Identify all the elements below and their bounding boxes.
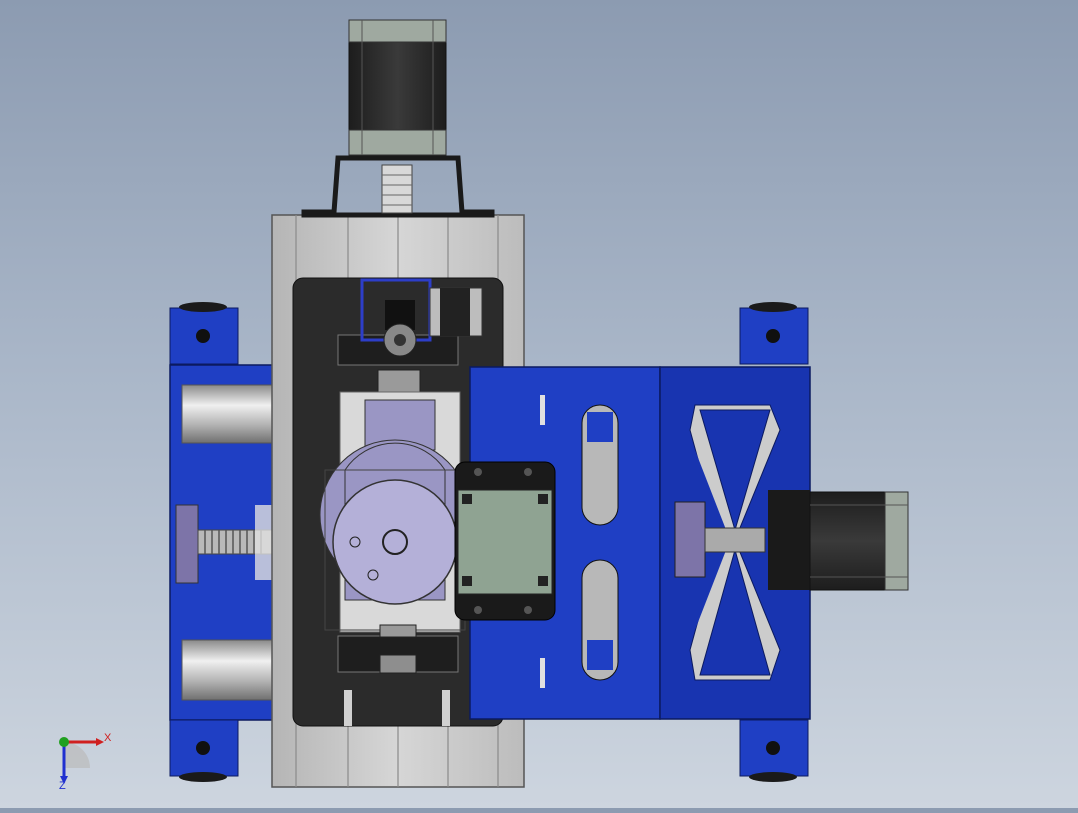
coordinate-triad: X Z	[50, 728, 120, 798]
cad-model[interactable]	[0, 0, 1078, 808]
rotary-table-assembly[interactable]	[319, 391, 471, 633]
y-stepper-motor[interactable]	[301, 19, 495, 218]
y-axis-arrow	[59, 737, 69, 747]
x-axis-label: X	[104, 732, 112, 744]
right-platform[interactable]	[454, 302, 811, 782]
left-base-plate[interactable]	[169, 302, 276, 782]
x-stepper-motor[interactable]	[809, 491, 909, 591]
cad-viewport[interactable]: X Z	[0, 0, 1078, 808]
z-axis-label: Z	[59, 780, 66, 792]
